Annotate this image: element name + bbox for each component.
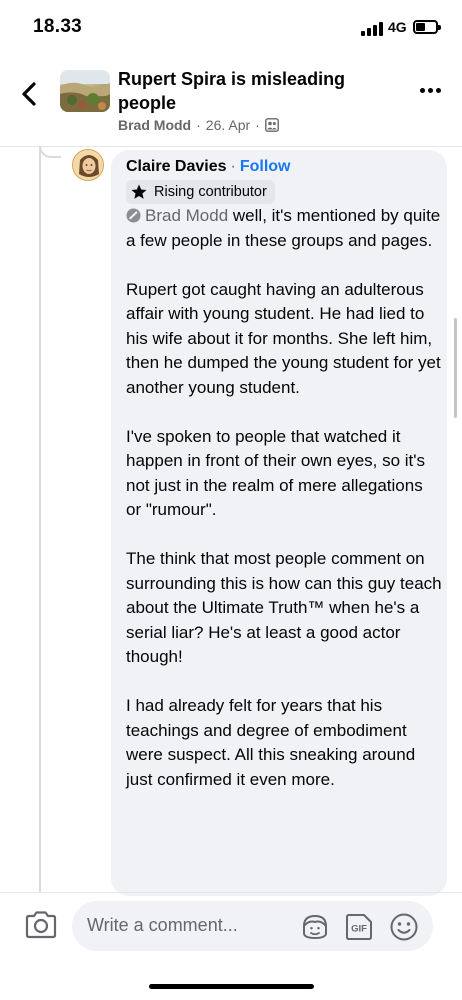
post-meta: Brad Modd · 26. Apr ·: [118, 117, 279, 133]
comment-paragraph: Brad Modd well, it's mentioned by quite …: [126, 204, 442, 253]
more-dots-icon[interactable]: [420, 88, 442, 96]
post-title[interactable]: Rupert Spira is misleading people: [118, 67, 388, 115]
star-icon: [131, 184, 147, 199]
name-separator: ·: [230, 158, 236, 175]
header-divider: [0, 146, 462, 147]
comment-paragraph: The think that most people comment on su…: [126, 549, 442, 666]
comment-input-placeholder: Write a comment...: [87, 915, 238, 935]
emoji-icon[interactable]: [389, 912, 419, 942]
camera-icon[interactable]: [24, 910, 58, 940]
comment-header: Claire Davies · Follow: [126, 158, 291, 176]
comment-author[interactable]: Claire Davies: [126, 158, 227, 176]
gif-icon[interactable]: GIF: [344, 912, 374, 942]
status-bar: 18.33 4G: [0, 0, 462, 56]
post-header: Rupert Spira is misleading people Brad M…: [0, 56, 462, 148]
badge-label: Rising contributor: [154, 184, 267, 200]
post-date[interactable]: 26. Apr: [206, 117, 250, 133]
meta-separator: ·: [255, 117, 260, 133]
avatar[interactable]: [72, 149, 104, 181]
comment-body: Brad Modd well, it's mentioned by quite …: [126, 204, 442, 792]
thread-line: [39, 146, 41, 892]
meta-separator: ·: [196, 117, 201, 133]
comment-input[interactable]: Write a comment...: [72, 901, 433, 951]
chevron-left-icon[interactable]: [18, 80, 42, 108]
signal-icon: [361, 22, 383, 36]
contributor-badge[interactable]: Rising contributor: [126, 180, 275, 204]
post-author[interactable]: Brad Modd: [118, 117, 191, 133]
mention-icon: [126, 208, 141, 223]
home-indicator[interactable]: [149, 984, 314, 989]
svg-text:GIF: GIF: [351, 924, 367, 935]
post-thumbnail[interactable]: [60, 70, 110, 112]
comment-paragraph: I had already felt for years that his te…: [126, 696, 416, 789]
comment-paragraph: Rupert got caught having an adulterous a…: [126, 279, 441, 397]
network-label: 4G: [388, 19, 407, 35]
scrollbar[interactable]: [454, 318, 457, 418]
composer-divider: [0, 892, 462, 893]
comment-paragraph: I've spoken to people that watched it ha…: [126, 426, 426, 520]
mention-link[interactable]: Brad Modd: [145, 206, 228, 225]
follow-button[interactable]: Follow: [240, 158, 291, 176]
battery-icon: [413, 20, 441, 34]
thread-connector: [39, 146, 61, 158]
group-icon: [264, 118, 279, 132]
status-time: 18.33: [33, 16, 83, 37]
avatar-sticker-icon[interactable]: [300, 913, 330, 941]
